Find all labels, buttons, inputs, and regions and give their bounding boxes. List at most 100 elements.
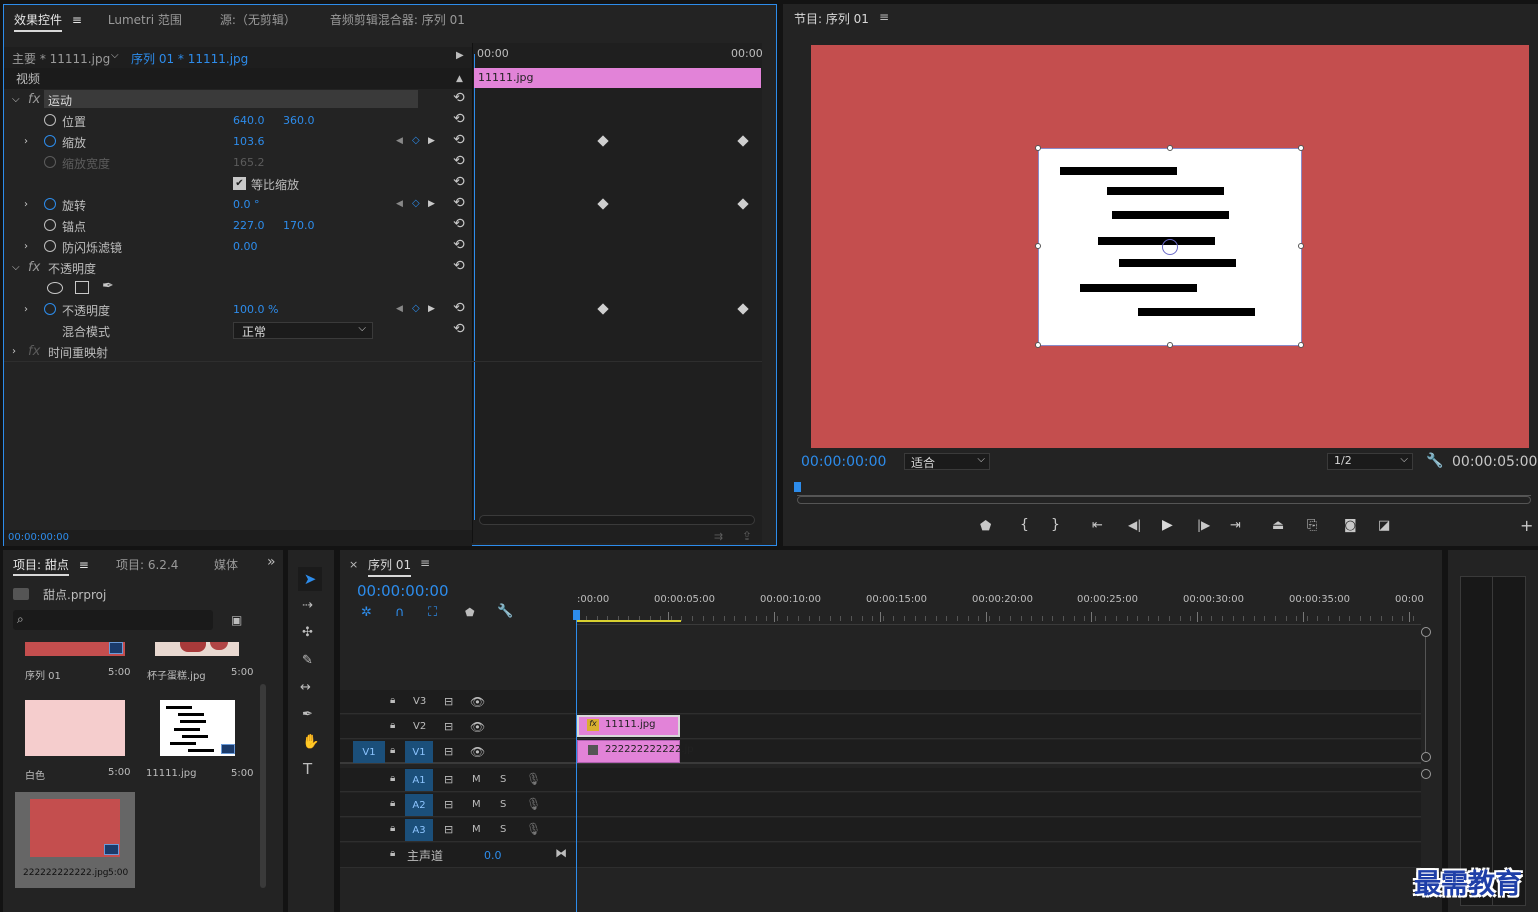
close-icon[interactable]: × xyxy=(349,558,358,571)
chevron-right-icon[interactable]: › xyxy=(12,345,16,358)
reset-icon[interactable]: ⟲ xyxy=(453,237,465,253)
hamburger-icon[interactable]: ≡ xyxy=(79,558,89,572)
solo-button[interactable]: S xyxy=(500,774,506,785)
hamburger-icon[interactable]: ≡ xyxy=(72,13,82,27)
fx-icon[interactable]: fx xyxy=(28,261,40,274)
resolution-dropdown[interactable]: 1/2 ⌵ xyxy=(1327,453,1413,470)
timeline-current-time[interactable]: 00:00:00:00 xyxy=(357,582,449,600)
mini-playhead[interactable] xyxy=(474,54,475,520)
sequence-clip-label[interactable]: 序列 01 * 11111.jpg xyxy=(131,50,248,67)
chevron-right-icon[interactable]: › xyxy=(24,198,28,211)
mute-button[interactable]: M xyxy=(472,824,481,835)
project-search-input[interactable] xyxy=(13,610,213,630)
track-label-v2[interactable]: V2 xyxy=(413,721,426,732)
add-button-icon[interactable]: + xyxy=(1520,516,1533,535)
tab-project-2[interactable]: 项目: 6.2.4 xyxy=(116,556,178,573)
sync-lock-icon[interactable]: ⊟ xyxy=(444,773,453,786)
pen-mask-icon[interactable]: ✒ xyxy=(102,279,114,293)
ripple-edit-tool-icon[interactable]: ✣ xyxy=(302,625,313,640)
stopwatch-active-icon[interactable] xyxy=(44,303,56,315)
lift-icon[interactable]: ⏏ xyxy=(1272,518,1284,533)
lock-icon[interactable]: 🔒︎ xyxy=(390,823,395,834)
solo-button[interactable]: S xyxy=(500,799,506,810)
selection-tool-icon[interactable]: ➤ xyxy=(298,567,322,591)
play-icon[interactable]: ▶ xyxy=(1162,517,1173,533)
project-tab-active[interactable]: 项目: 甜点 ≡ xyxy=(13,556,89,576)
play-triangle-icon[interactable]: ▶ xyxy=(456,50,464,61)
wrench-icon[interactable]: 🔧 xyxy=(1426,453,1443,469)
hamburger-icon[interactable]: ≡ xyxy=(879,10,889,24)
timeline-settings-wrench-icon[interactable]: 🔧 xyxy=(497,604,513,619)
go-to-out-icon[interactable]: ⇥ xyxy=(1230,518,1241,533)
chevron-right-icon[interactable]: › xyxy=(24,240,28,253)
go-to-in-icon[interactable]: ⇤ xyxy=(1092,518,1103,533)
fx-icon[interactable]: fx xyxy=(28,93,40,106)
microphone-icon[interactable]: 🎙︎ xyxy=(526,822,541,836)
timeline-playhead-head[interactable] xyxy=(573,610,580,620)
new-bin-icon[interactable]: ▣ xyxy=(231,613,242,627)
anchor-crosshair-icon[interactable] xyxy=(1162,239,1178,255)
extract-icon[interactable]: ⎘ xyxy=(1307,518,1317,533)
blend-mode-dropdown[interactable]: 正常 ⌵ xyxy=(233,322,373,339)
transform-handle[interactable] xyxy=(1035,342,1041,348)
play-audio-icon[interactable]: ⇉ xyxy=(714,530,723,543)
track-label-a3[interactable]: A3 xyxy=(405,819,433,841)
chevron-right-icon[interactable]: › xyxy=(24,303,28,316)
reset-icon[interactable]: ⟲ xyxy=(453,321,465,337)
transform-handle[interactable] xyxy=(1298,342,1304,348)
footer-timecode[interactable]: 00:00:00:00 xyxy=(8,532,69,543)
add-keyframe-icon[interactable]: ◇ xyxy=(412,302,420,315)
chevron-down-icon[interactable]: ⌵ xyxy=(111,50,119,61)
track-select-tool-icon[interactable]: ⇢ xyxy=(302,598,313,613)
hand-tool-icon[interactable]: ✋ xyxy=(302,734,319,750)
ellipse-mask-icon[interactable] xyxy=(47,282,63,294)
lock-icon[interactable]: 🔒︎ xyxy=(390,745,395,756)
bowtie-icon[interactable]: ⧓ xyxy=(555,846,567,860)
scroll-handle[interactable] xyxy=(1421,769,1431,779)
antiflicker-value[interactable]: 0.00 xyxy=(233,240,258,253)
rectangle-mask-icon[interactable] xyxy=(75,281,89,294)
position-x-value[interactable]: 640.0 xyxy=(233,114,265,127)
reset-icon[interactable]: ⟲ xyxy=(453,153,465,169)
uniform-scale-checkbox[interactable]: ✔ xyxy=(233,177,246,190)
rotation-value[interactable]: 0.0 ° xyxy=(233,198,260,211)
chevron-down-icon[interactable]: ⌵ xyxy=(12,261,20,274)
timeline-clip-v1[interactable]: 222222222222.jp xyxy=(577,740,694,763)
project-scrollbar[interactable] xyxy=(260,684,266,888)
tab-media[interactable]: 媒体 xyxy=(214,556,238,573)
reset-icon[interactable]: ⟲ xyxy=(453,195,465,211)
chevron-right-icon[interactable]: › xyxy=(24,135,28,148)
microphone-icon[interactable]: 🎙︎ xyxy=(526,772,541,786)
transform-handle[interactable] xyxy=(1298,243,1304,249)
step-forward-icon[interactable]: |▶ xyxy=(1197,518,1210,532)
snap-icon[interactable]: ∩ xyxy=(395,605,405,620)
export-icon[interactable]: ⇪ xyxy=(742,529,752,543)
program-current-time[interactable]: 00:00:00:00 xyxy=(801,454,886,470)
reset-icon[interactable]: ⟲ xyxy=(453,132,465,148)
mark-out-icon[interactable]: } xyxy=(1051,517,1060,533)
step-back-icon[interactable]: ◀| xyxy=(1128,518,1141,532)
track-label-a1[interactable]: A1 xyxy=(405,769,433,791)
more-panels-icon[interactable]: » xyxy=(267,554,276,570)
reset-icon[interactable]: ⟲ xyxy=(453,216,465,232)
hamburger-icon[interactable]: ≡ xyxy=(420,556,430,570)
eye-icon[interactable]: 👁︎ xyxy=(470,695,485,709)
sync-lock-icon[interactable]: ⊟ xyxy=(444,798,453,811)
collapse-triangle-icon[interactable]: ▲ xyxy=(456,74,463,84)
program-monitor-title[interactable]: 节目: 序列 01 xyxy=(794,10,869,27)
stopwatch-active-icon[interactable] xyxy=(44,198,56,210)
microphone-icon[interactable]: 🎙︎ xyxy=(526,797,541,811)
prev-keyframe-icon[interactable]: ◀ xyxy=(396,303,403,316)
stopwatch-icon[interactable] xyxy=(44,240,56,252)
motion-row[interactable]: ⌵ fx 运动 xyxy=(4,89,472,110)
track-label-v3[interactable]: V3 xyxy=(413,696,426,707)
opacity-value[interactable]: 100.0 % xyxy=(233,303,278,316)
timeline-title[interactable]: 序列 01 xyxy=(368,556,412,577)
fit-dropdown[interactable]: 适合 ⌵ xyxy=(904,453,990,470)
sync-lock-icon[interactable]: ⊟ xyxy=(444,745,453,758)
linked-selection-icon[interactable]: ⛶ xyxy=(428,605,437,620)
stopwatch-icon[interactable] xyxy=(44,114,56,126)
timeline-clip-v2[interactable]: fx 11111.jpg xyxy=(577,715,680,737)
pen-tool-icon[interactable]: ✒ xyxy=(302,707,313,722)
tab-effect-controls[interactable]: 效果控件 ≡ xyxy=(4,11,92,32)
